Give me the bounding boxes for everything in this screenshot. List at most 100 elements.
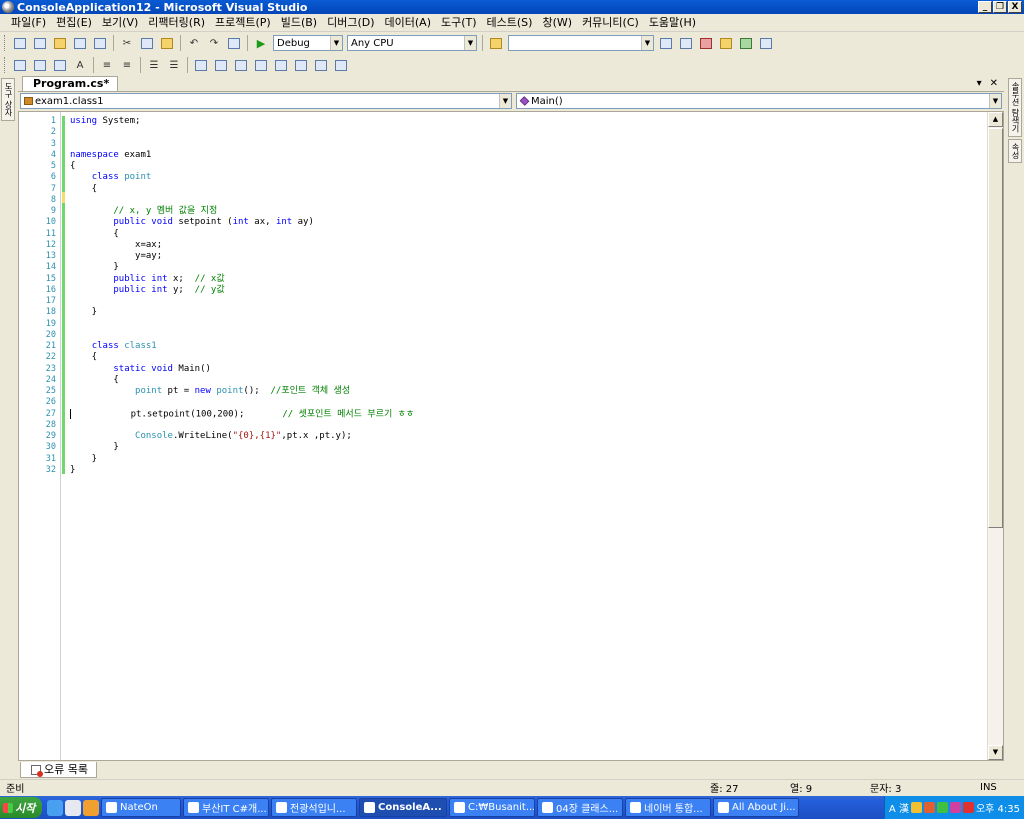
quick-info-icon[interactable] xyxy=(52,57,68,73)
menu-refactor[interactable]: 리팩터링(R) xyxy=(143,14,210,32)
code-line[interactable]: using System; xyxy=(70,116,960,127)
code-editor[interactable]: 1 2 3 4 5 6 7 8 9 10 11 12 13 14 15 16 17 18 19 20 21 22 23 24 2… xyxy=(18,111,1004,761)
menu-build[interactable]: 빌드(B) xyxy=(276,14,322,32)
comment-out-icon[interactable]: ☰ xyxy=(146,57,162,73)
task-nateon[interactable]: NateOn xyxy=(101,798,181,817)
start-page-icon[interactable] xyxy=(738,35,754,51)
code-line[interactable] xyxy=(70,420,960,431)
code-line[interactable]: } xyxy=(70,442,960,453)
previous-bookmark-folder-icon[interactable] xyxy=(253,57,269,73)
title-bar[interactable]: ConsoleApplication12 - Microsoft Visual … xyxy=(0,0,1024,14)
solution-config-select[interactable]: Debug ▼ xyxy=(273,35,343,51)
code-line[interactable] xyxy=(70,127,960,138)
code-line[interactable]: } xyxy=(70,454,960,465)
decrease-indent-icon[interactable]: ≡ xyxy=(99,57,115,73)
menu-debug[interactable]: 디버그(D) xyxy=(322,14,379,32)
complete-word-icon[interactable]: A xyxy=(72,57,88,73)
start-button[interactable]: 시작 xyxy=(0,797,42,818)
show-desktop-icon[interactable] xyxy=(65,799,81,816)
code-line[interactable] xyxy=(70,319,960,330)
cut-icon[interactable]: ✂ xyxy=(119,35,135,51)
task-browser-4[interactable]: All About Ji... xyxy=(713,798,799,817)
code-line[interactable]: { xyxy=(70,375,960,386)
close-document-icon[interactable]: ✕ xyxy=(990,77,998,91)
task-visual-studio[interactable]: ConsoleA... xyxy=(359,798,447,817)
menu-community[interactable]: 커뮤니티(C) xyxy=(577,14,644,32)
save-all-icon[interactable] xyxy=(92,35,108,51)
solution-explorer-tab[interactable]: 솔루션 탐색기 xyxy=(1008,78,1022,137)
code-line[interactable]: public void setpoint (int ax, int ay) xyxy=(70,217,960,228)
code-line[interactable]: pt.setpoint(100,200); // 셋포인트 메서드 부르기 ㅎㅎ xyxy=(70,408,960,420)
code-line[interactable]: static void Main() xyxy=(70,364,960,375)
paste-icon[interactable] xyxy=(159,35,175,51)
active-files-icon[interactable]: ▾ xyxy=(977,77,982,91)
code-lines[interactable]: using System; namespace exam1{ class poin… xyxy=(70,116,960,476)
code-line[interactable]: { xyxy=(70,184,960,195)
menu-help[interactable]: 도움말(H) xyxy=(644,14,701,32)
code-line[interactable]: } xyxy=(70,307,960,318)
code-line[interactable] xyxy=(70,397,960,408)
previous-bookmark-document-icon[interactable] xyxy=(293,57,309,73)
object-members-icon[interactable] xyxy=(12,57,28,73)
chrome-icon[interactable] xyxy=(83,799,99,816)
code-line[interactable] xyxy=(70,139,960,150)
menu-window[interactable]: 창(W) xyxy=(537,14,577,32)
scroll-thumb[interactable] xyxy=(988,128,1003,528)
code-line[interactable] xyxy=(70,296,960,307)
restore-button[interactable]: ❐ xyxy=(993,1,1007,13)
toolbox-icon[interactable] xyxy=(718,35,734,51)
menu-file[interactable]: 파일(F) xyxy=(6,14,51,32)
code-line[interactable]: public int y; // y값 xyxy=(70,285,960,296)
task-document[interactable]: 04장 클래스... xyxy=(537,798,623,817)
types-dropdown[interactable]: exam1.class1 ▼ xyxy=(20,93,512,109)
solution-explorer-icon[interactable] xyxy=(658,35,674,51)
tray-app-icon[interactable] xyxy=(962,802,974,813)
tab-error-list[interactable]: 오류 목록 xyxy=(20,762,97,778)
code-line[interactable]: { xyxy=(70,161,960,172)
next-bookmark-document-icon[interactable] xyxy=(313,57,329,73)
task-browser-1[interactable]: 부산IT C#개... xyxy=(183,798,269,817)
close-button[interactable]: X xyxy=(1008,1,1022,13)
code-line[interactable]: } xyxy=(70,262,960,273)
vertical-scrollbar[interactable]: ▲ ▼ xyxy=(987,112,1003,760)
object-browser-icon[interactable] xyxy=(698,35,714,51)
code-line[interactable]: public int x; // x값 xyxy=(70,274,960,285)
minimize-button[interactable]: _ xyxy=(978,1,992,13)
new-project-icon[interactable] xyxy=(12,35,28,51)
platform-select[interactable]: Any CPU ▼ xyxy=(347,35,477,51)
code-line[interactable]: class point xyxy=(70,172,960,183)
members-dropdown[interactable]: Main() ▼ xyxy=(516,93,1002,109)
next-bookmark-icon[interactable] xyxy=(233,57,249,73)
code-line[interactable]: point pt = new point(); //포인트 객체 생성 xyxy=(70,386,960,397)
save-icon[interactable] xyxy=(72,35,88,51)
menu-tools[interactable]: 도구(T) xyxy=(436,14,482,32)
parameter-info-icon[interactable] xyxy=(32,57,48,73)
next-bookmark-folder-icon[interactable] xyxy=(273,57,289,73)
code-line[interactable] xyxy=(70,330,960,341)
navigate-icon[interactable] xyxy=(226,35,242,51)
tray-app-icon[interactable] xyxy=(923,802,935,813)
code-line[interactable]: { xyxy=(70,229,960,240)
code-line[interactable] xyxy=(70,195,960,206)
menu-edit[interactable]: 편집(E) xyxy=(51,14,97,32)
toolbox-tab[interactable]: 도구 상자 xyxy=(1,78,15,121)
find-in-files-icon[interactable] xyxy=(488,35,504,51)
code-line[interactable]: { xyxy=(70,352,960,363)
code-line[interactable]: class class1 xyxy=(70,341,960,352)
clear-bookmarks-icon[interactable] xyxy=(333,57,349,73)
scroll-up-icon[interactable]: ▲ xyxy=(988,112,1003,127)
add-item-icon[interactable] xyxy=(32,35,48,51)
redo-icon[interactable]: ↷ xyxy=(206,35,222,51)
properties-icon[interactable] xyxy=(678,35,694,51)
code-line[interactable]: } xyxy=(70,465,960,476)
toggle-bookmark-icon[interactable] xyxy=(193,57,209,73)
code-line[interactable]: Console.WriteLine("{0},{1}",pt.x ,pt.y); xyxy=(70,431,960,442)
toolbar-grip[interactable] xyxy=(4,57,7,73)
tray-app-icon[interactable] xyxy=(949,802,961,813)
menu-test[interactable]: 테스트(S) xyxy=(482,14,538,32)
code-line[interactable]: x=ax; xyxy=(70,240,960,251)
start-debugging-icon[interactable]: ▶ xyxy=(253,35,269,51)
task-browser-3[interactable]: 네이버 통합... xyxy=(625,798,711,817)
menu-project[interactable]: 프로젝트(P) xyxy=(210,14,276,32)
tray-app-icon[interactable] xyxy=(910,802,922,813)
